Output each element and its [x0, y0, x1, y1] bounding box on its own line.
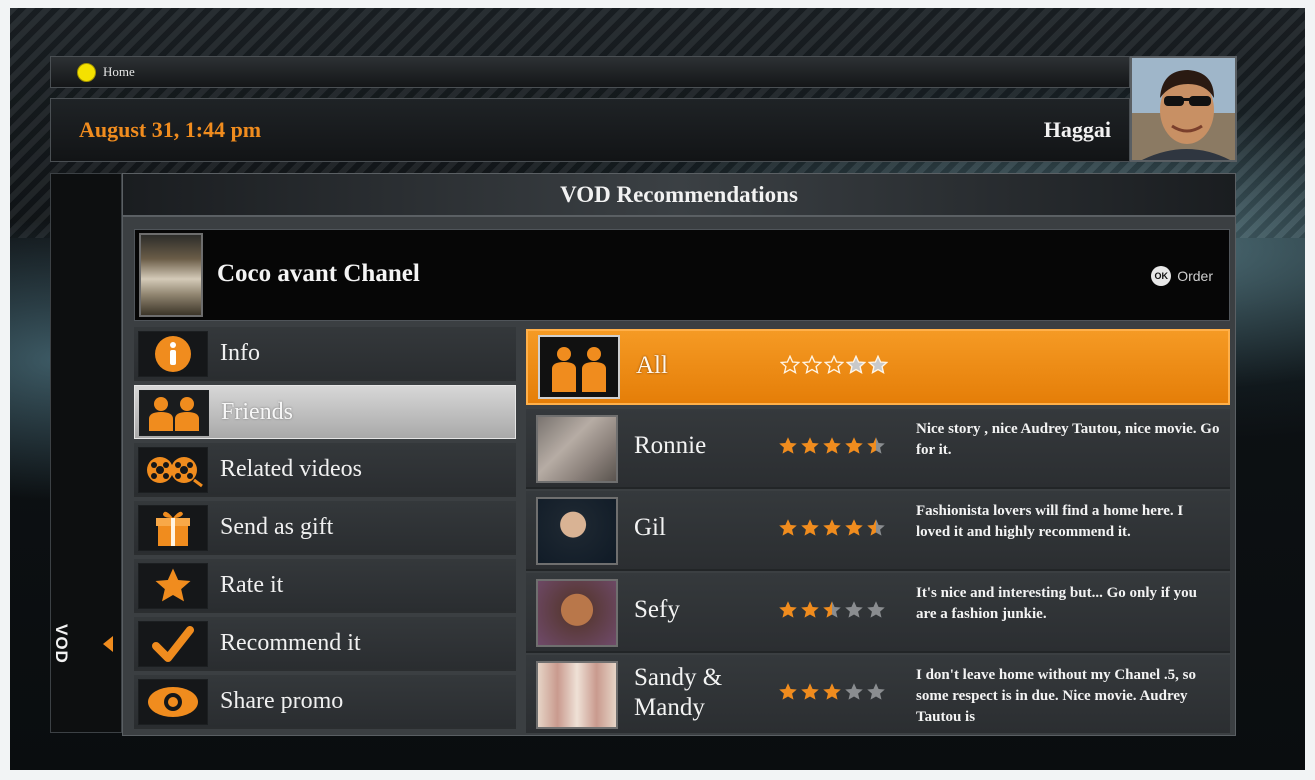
friend-row[interactable]: Ronnie Nice story , nice Audrey Tautou, …	[526, 409, 1230, 489]
order-label: Order	[1177, 268, 1213, 284]
friends-group-icon	[538, 335, 620, 399]
star-empty-icon	[867, 683, 885, 700]
star-filled-icon	[779, 601, 797, 618]
menu-item-label: Related videos	[220, 456, 362, 482]
friend-row[interactable]: Sefy It's nice and interesting but... Go…	[526, 573, 1230, 653]
menu-item-label: Info	[220, 340, 260, 366]
friend-row[interactable]: Gil Fashionista lovers will find a home …	[526, 491, 1230, 571]
star-filled-icon	[823, 683, 841, 700]
star-filled-icon	[779, 437, 797, 454]
order-button[interactable]: OK Order	[1151, 266, 1213, 286]
menu-item-recommend-it[interactable]: Recommend it	[134, 617, 516, 671]
rating-stars	[780, 355, 890, 375]
user-name: Haggai	[1043, 117, 1111, 142]
user-avatar	[1130, 56, 1237, 162]
movie-title: Coco avant Chanel	[217, 260, 420, 287]
star-empty-icon	[845, 601, 863, 618]
breadcrumb[interactable]: Home	[50, 56, 1130, 88]
star-half-icon	[867, 437, 885, 454]
friend-avatar	[536, 497, 618, 565]
breadcrumb-home[interactable]: Home	[103, 64, 135, 80]
friend-comment: Nice story , nice Audrey Tautou, nice mo…	[916, 421, 1220, 458]
menu-item-send-as-gift[interactable]: Send as gift	[134, 501, 516, 555]
star-filled-icon	[801, 601, 819, 618]
friend-name: Gil	[634, 514, 666, 541]
gift-icon	[138, 505, 208, 551]
page-title: VOD Recommendations	[560, 182, 798, 207]
star-half-icon	[867, 519, 885, 536]
section-title-bar: VOD Recommendations	[122, 173, 1236, 216]
friend-comment: I don't leave home without my Chanel .5,…	[916, 667, 1197, 725]
star-empty-icon	[780, 355, 800, 375]
menu-item-label: Send as gift	[220, 514, 334, 540]
rating-stars	[778, 436, 888, 456]
star-filled-icon	[823, 437, 841, 454]
movie-poster	[139, 233, 203, 317]
friend-avatar	[536, 661, 618, 729]
movie-header: Coco avant Chanel OK Order	[134, 229, 1230, 321]
star-filled-icon	[801, 683, 819, 700]
star-empty-icon	[845, 683, 863, 700]
tab-arrow-icon	[103, 636, 113, 652]
checkmark-icon	[138, 621, 208, 667]
star-empty-icon	[802, 355, 822, 375]
star-half-icon	[823, 601, 841, 618]
friends-recommendations-list: All Ronnie Nice story , nice Audrey Taut…	[526, 327, 1232, 733]
datetime: August 31, 1:44 pm	[79, 117, 262, 142]
friend-name: All	[636, 352, 668, 379]
menu-item-label: Share promo	[220, 688, 344, 714]
film-reels-icon	[138, 447, 208, 493]
star-filled-icon	[801, 519, 819, 536]
star-filled-icon	[779, 519, 797, 536]
menu-item-info[interactable]: Info	[134, 327, 516, 381]
ok-button-icon: OK	[1151, 266, 1172, 286]
home-indicator-icon	[77, 62, 96, 82]
star-empty-icon	[846, 355, 866, 375]
friends-icon	[139, 390, 209, 436]
friend-comment: It's nice and interesting but... Go only…	[916, 585, 1198, 622]
rating-stars	[778, 600, 888, 620]
friend-row-all[interactable]: All	[526, 329, 1230, 405]
header-bar: August 31, 1:44 pm Haggai	[50, 98, 1130, 162]
vod-side-tab[interactable]: VOD	[50, 173, 122, 733]
star-icon	[138, 563, 208, 609]
star-empty-icon	[868, 355, 888, 375]
rating-stars	[778, 682, 888, 702]
menu-item-share-promo[interactable]: Share promo	[134, 675, 516, 729]
friend-row[interactable]: Sandy & Mandy I don't leave home without…	[526, 655, 1230, 733]
vod-tab-label: VOD	[52, 624, 71, 664]
friend-name: Ronnie	[634, 432, 707, 459]
menu-item-related-videos[interactable]: Related videos	[134, 443, 516, 497]
star-filled-icon	[801, 437, 819, 454]
menu-item-rate-it[interactable]: Rate it	[134, 559, 516, 613]
menu-item-friends[interactable]: Friends	[134, 385, 516, 439]
menu-item-label: Rate it	[220, 572, 284, 598]
star-empty-icon	[867, 601, 885, 618]
rating-stars	[778, 518, 888, 538]
eye-icon	[138, 679, 208, 725]
friend-avatar	[536, 415, 618, 483]
friend-avatar	[536, 579, 618, 647]
star-filled-icon	[779, 683, 797, 700]
star-filled-icon	[845, 437, 863, 454]
menu-item-label: Friends	[221, 399, 293, 425]
star-empty-icon	[824, 355, 844, 375]
menu-item-label: Recommend it	[220, 630, 361, 656]
friend-comment: Fashionista lovers will find a home here…	[916, 503, 1184, 540]
star-filled-icon	[845, 519, 863, 536]
friend-name: Sandy & Mandy	[634, 664, 723, 721]
action-menu: Info Friends Related videos Send as gift…	[134, 327, 518, 733]
friend-name: Sefy	[634, 596, 680, 623]
info-icon	[138, 331, 208, 377]
star-filled-icon	[823, 519, 841, 536]
